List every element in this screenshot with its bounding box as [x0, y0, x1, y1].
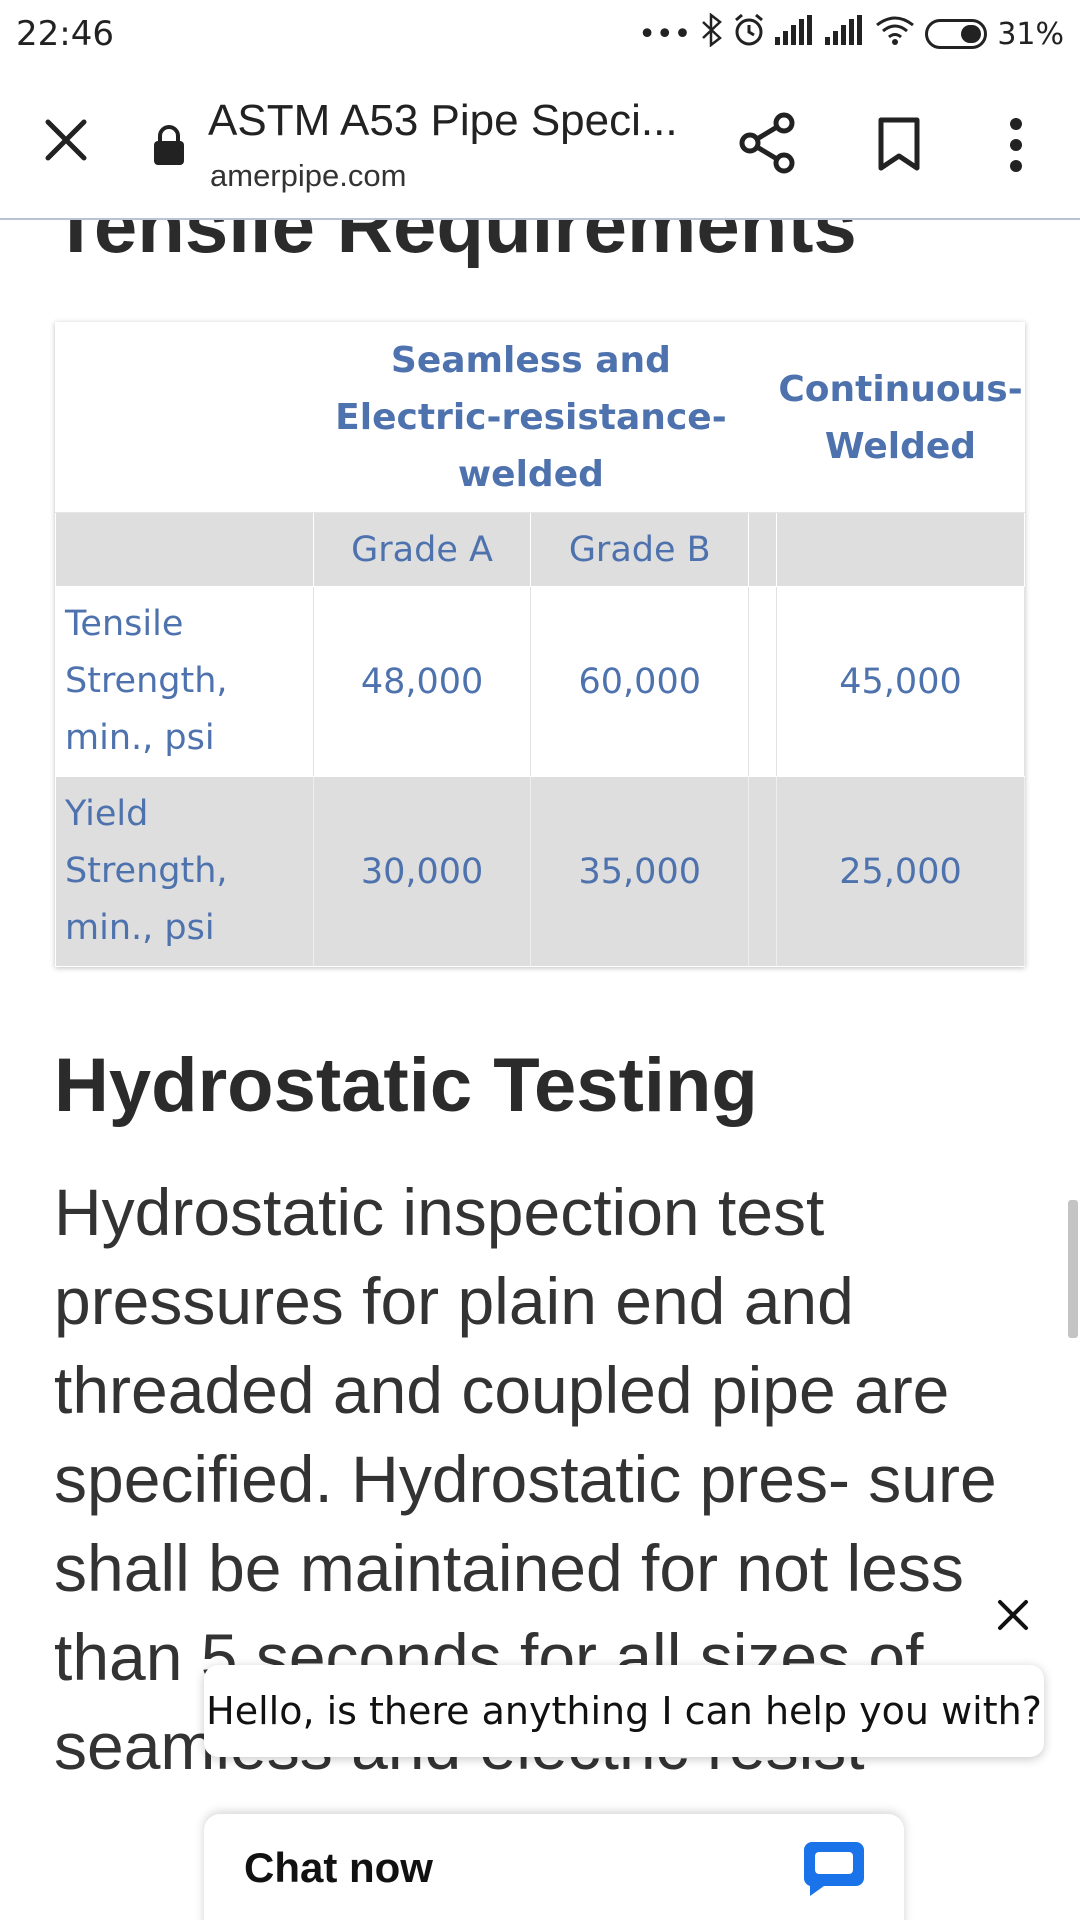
status-icons: ••• 31%	[638, 12, 1064, 55]
grade-b-header: Grade B	[530, 512, 750, 587]
battery-icon	[925, 19, 988, 49]
table-row: Yield Strength, min., psi 30,000 35,000 …	[55, 776, 1025, 967]
tensile-grade-b-value: 60,000	[530, 586, 750, 777]
lock-icon	[152, 124, 186, 166]
chat-bubble-icon	[802, 1838, 866, 1898]
row-label-line: Strength,	[65, 851, 228, 891]
signal-icon	[825, 15, 865, 53]
grade-row-empty	[55, 512, 314, 587]
table-header-empty	[55, 322, 314, 513]
table-gap-cell	[748, 586, 777, 777]
row-label-line: min., psi	[65, 718, 215, 758]
table-row: Tensile Strength, min., psi 48,000 60,00…	[55, 586, 1025, 777]
table-gap-cell	[748, 322, 777, 513]
bookmark-icon[interactable]	[876, 116, 922, 172]
browser-toolbar: ASTM A53 Pipe Speci... amerpipe.com	[0, 68, 1080, 220]
page-url: amerpipe.com	[210, 158, 407, 193]
header-line: Welded	[824, 425, 977, 467]
header-seamless-erw: Seamless and Electric-resistance- welded	[312, 322, 750, 513]
header-line: Electric-resistance-	[335, 397, 727, 438]
header-line: Continuous-	[778, 368, 1023, 410]
header-line: welded	[457, 454, 604, 495]
yield-grade-a-value: 30,000	[312, 776, 532, 967]
table-gap-cell	[748, 776, 777, 967]
grade-row: Grade A Grade B	[55, 512, 1025, 587]
row-label-line: Strength,	[65, 661, 228, 701]
status-time: 22:46	[16, 14, 114, 54]
tensile-grade-a-value: 48,000	[312, 586, 532, 777]
battery-percent: 31%	[997, 16, 1064, 52]
chat-greeting-text: Hello, is there anything I can help you …	[206, 1689, 1042, 1733]
chat-close-icon[interactable]	[994, 1596, 1032, 1634]
yield-grade-b-value: 35,000	[530, 776, 750, 967]
row-label-tensile: Tensile Strength, min., psi	[55, 586, 314, 777]
row-label-line: min., psi	[65, 908, 215, 948]
more-dots-icon: •••	[638, 16, 692, 52]
section-heading-hydrostatic: Hydrostatic Testing	[54, 1043, 758, 1128]
chat-now-button[interactable]: Chat now	[204, 1814, 904, 1920]
row-label-yield: Yield Strength, min., psi	[55, 776, 314, 967]
table-gap-cell	[748, 512, 777, 587]
tensile-requirements-table: Seamless and Electric-resistance- welded…	[55, 322, 1025, 967]
close-icon[interactable]	[36, 110, 96, 170]
more-options-icon[interactable]	[1002, 116, 1030, 174]
header-continuous-welded: Continuous- Welded	[776, 322, 1025, 513]
status-bar: 22:46 ••• 31%	[0, 0, 1080, 68]
share-icon[interactable]	[738, 112, 796, 174]
alarm-icon	[733, 13, 765, 55]
row-label-line: Yield	[65, 794, 149, 834]
tensile-cw-value: 45,000	[776, 586, 1025, 777]
row-label-line: Tensile	[65, 604, 184, 644]
grade-a-header: Grade A	[312, 512, 532, 587]
scrollbar[interactable]	[1068, 1200, 1078, 1338]
page-title: ASTM A53 Pipe Speci...	[208, 96, 678, 145]
chat-now-label: Chat now	[244, 1844, 433, 1891]
bluetooth-icon	[701, 12, 723, 55]
grade-cw-empty	[776, 512, 1025, 587]
table-header-row: Seamless and Electric-resistance- welded…	[55, 322, 1025, 513]
header-line: Seamless and	[390, 340, 671, 381]
signal-icon	[775, 15, 815, 53]
yield-cw-value: 25,000	[776, 776, 1025, 967]
chat-greeting-bubble[interactable]: Hello, is there anything I can help you …	[204, 1665, 1044, 1757]
wifi-icon	[875, 15, 915, 53]
